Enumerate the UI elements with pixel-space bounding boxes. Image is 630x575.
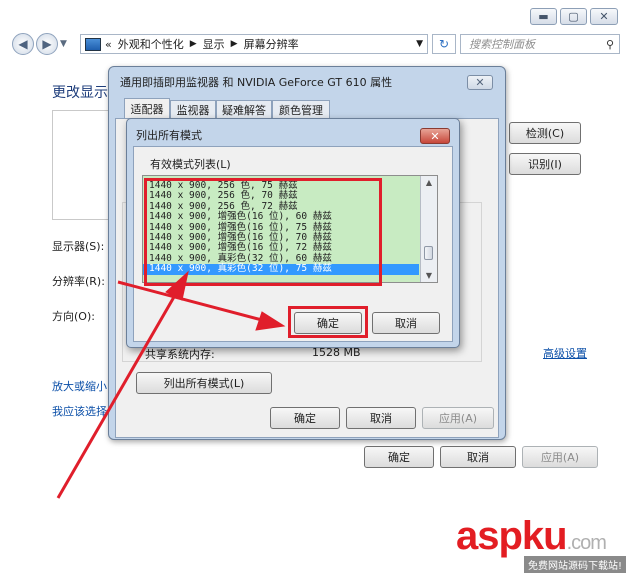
annotation-arrows xyxy=(56,270,286,499)
watermark-brand: aspku xyxy=(456,514,568,558)
arrow-to-ok-button xyxy=(117,280,263,322)
site-watermark: aspku.com 免费网站源码下载站! xyxy=(456,512,630,575)
watermark-tagline: 免费网站源码下载站! xyxy=(524,556,627,573)
arrow-head-right-icon xyxy=(255,311,286,331)
watermark-suffix: .com xyxy=(566,532,607,554)
arrow-to-modes-list xyxy=(56,289,180,499)
